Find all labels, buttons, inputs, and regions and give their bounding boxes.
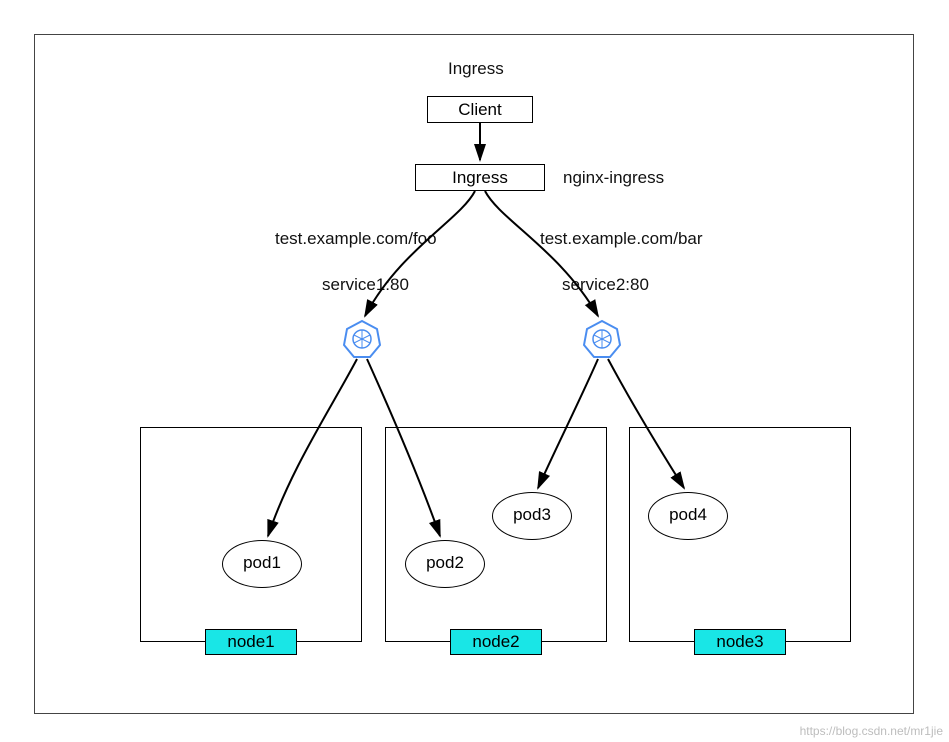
k8s-service-icon <box>342 319 382 359</box>
ingress-label: Ingress <box>452 168 508 187</box>
pod4: pod4 <box>648 492 728 540</box>
node2-box <box>385 427 607 642</box>
client-label: Client <box>458 100 501 119</box>
route-left: test.example.com/foo <box>275 229 437 249</box>
route-right: test.example.com/bar <box>540 229 703 249</box>
ingress-annotation: nginx-ingress <box>563 168 664 188</box>
service-left-label: service1:80 <box>322 275 409 295</box>
pod3: pod3 <box>492 492 572 540</box>
ingress-box: Ingress <box>415 164 545 191</box>
node3-label: node3 <box>694 629 786 655</box>
node2-label: node2 <box>450 629 542 655</box>
service-right-label: service2:80 <box>562 275 649 295</box>
node1-box <box>140 427 362 642</box>
pod2: pod2 <box>405 540 485 588</box>
diagram-title: Ingress <box>448 59 504 79</box>
node1-label: node1 <box>205 629 297 655</box>
client-box: Client <box>427 96 533 123</box>
k8s-service-icon <box>582 319 622 359</box>
pod1: pod1 <box>222 540 302 588</box>
watermark: https://blog.csdn.net/mr1jie <box>800 724 943 738</box>
